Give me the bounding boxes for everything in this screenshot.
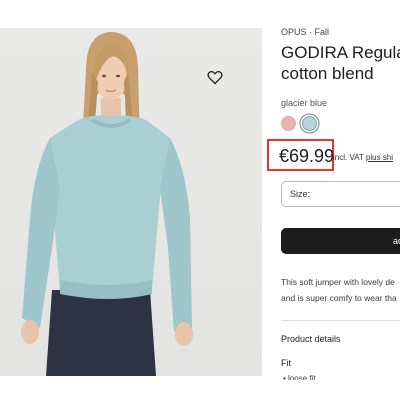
product-details-heading[interactable]: Product details [281,334,341,344]
color-swatch-glacier-blue[interactable] [302,116,317,131]
size-dropdown[interactable]: Size: [281,181,400,207]
product-title-line-2: cotton blend [281,64,374,83]
brand-label: OPUS · Fall [281,27,330,37]
product-photo [0,28,262,376]
description-line-2: and is super comfy to wear tha [281,293,397,303]
add-to-bag-button[interactable]: ad [281,228,400,254]
heart-outline-icon [207,70,223,84]
product-title: GODIRA Regular cotton blend [281,42,400,84]
description-line-1: This soft jumper with lovely de [281,277,395,287]
vat-text: incl. VAT [333,153,364,162]
vat-info: incl. VAT plus shi [333,153,393,162]
add-to-bag-label: ad [393,236,400,246]
product-price: €69.99 [279,146,335,166]
fit-heading: Fit [281,358,291,368]
wishlist-button[interactable] [204,66,226,88]
size-dropdown-label: Size: [290,189,311,199]
section-divider [281,320,400,321]
product-description: This soft jumper with lovely de and is s… [281,274,397,306]
color-swatch-pink[interactable] [281,116,296,131]
fit-list-item: • loose fit [283,374,316,380]
product-title-line-1: GODIRA Regular [281,43,400,62]
selected-color-label: glacier blue [281,98,328,108]
shipping-link[interactable]: plus shi [366,153,393,162]
